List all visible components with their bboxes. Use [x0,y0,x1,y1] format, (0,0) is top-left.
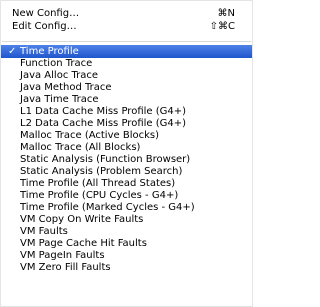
menu-item-label: Static Analysis (Function Browser) [20,154,191,165]
menu-item-label: L2 Data Cache Miss Profile (G4+) [20,118,187,129]
menu-item-label: Java Method Trace [20,82,112,93]
menu-item-label: Time Profile (All Thread States) [20,178,176,189]
menu-item-static-function-browser[interactable]: Static Analysis (Function Browser) [1,154,252,166]
menu-item-time-profile-marked-cycles[interactable]: Time Profile (Marked Cycles - G4+) [1,202,252,214]
menu-item-label: VM Zero Fill Faults [20,262,111,273]
menu-item-java-time-trace[interactable]: Java Time Trace [1,94,252,106]
menu-item-l2-cache-miss[interactable]: L2 Data Cache Miss Profile (G4+) [1,118,252,130]
menu-item-vm-pagein[interactable]: VM PageIn Faults [1,250,252,262]
shortcut-label: ⌘N [217,8,235,19]
menu-item-malloc-active[interactable]: Malloc Trace (Active Blocks) [1,130,252,142]
menu-item-label: VM Page Cache Hit Faults [20,238,147,249]
menu-item-vm-zero-fill[interactable]: VM Zero Fill Faults [1,262,252,274]
menu-item-malloc-all[interactable]: Malloc Trace (All Blocks) [1,142,252,154]
shortcut-label: ⇧⌘C [209,21,235,32]
menu-item-vm-faults[interactable]: VM Faults [1,226,252,238]
menu-item-label: Malloc Trace (All Blocks) [20,142,141,153]
menu-item-label: Java Alloc Trace [20,70,99,81]
menu-item-label: L1 Data Cache Miss Profile (G4+) [20,106,187,117]
menu-item-label: Edit Config… [12,21,77,32]
menu-item-label: VM Copy On Write Faults [20,214,144,225]
menu-item-java-method-trace[interactable]: Java Method Trace [1,82,252,94]
menu-separator [1,36,252,42]
menu-item-label: VM PageIn Faults [20,250,105,261]
menu-item-static-problem-search[interactable]: Static Analysis (Problem Search) [1,166,252,178]
menu-item-label: Time Profile (Marked Cycles - G4+) [20,202,195,213]
menu-item-label: Java Time Trace [20,94,99,105]
menu-item-label: New Config… [12,8,80,19]
menu-item-time-profile-all-threads[interactable]: Time Profile (All Thread States) [1,178,252,190]
menu-item-label: Static Analysis (Problem Search) [20,166,183,177]
menu-item-label: Malloc Trace (Active Blocks) [20,130,159,141]
menu-item-java-alloc-trace[interactable]: Java Alloc Trace [1,70,252,82]
config-menu: New Config… ⌘N Edit Config… ⇧⌘C ✓ Time P… [0,0,253,307]
menu-item-vm-page-cache-hit[interactable]: VM Page Cache Hit Faults [1,238,252,250]
menu-item-new-config[interactable]: New Config… ⌘N [1,7,252,20]
menu-item-l1-cache-miss[interactable]: L1 Data Cache Miss Profile (G4+) [1,106,252,118]
menu-item-label: Time Profile [20,46,79,57]
menu-item-vm-copy-on-write[interactable]: VM Copy On Write Faults [1,214,252,226]
menu-item-edit-config[interactable]: Edit Config… ⇧⌘C [1,20,252,33]
menu-item-label: VM Faults [20,226,68,237]
menu-item-label: Function Trace [20,58,93,69]
menu-item-time-profile-cpu-cycles[interactable]: Time Profile (CPU Cycles - G4+) [1,190,252,202]
menu-item-time-profile[interactable]: ✓ Time Profile [1,45,252,58]
checkmark-icon: ✓ [8,46,17,57]
menu-item-label: Time Profile (CPU Cycles - G4+) [20,190,179,201]
menu-item-function-trace[interactable]: Function Trace [1,58,252,70]
